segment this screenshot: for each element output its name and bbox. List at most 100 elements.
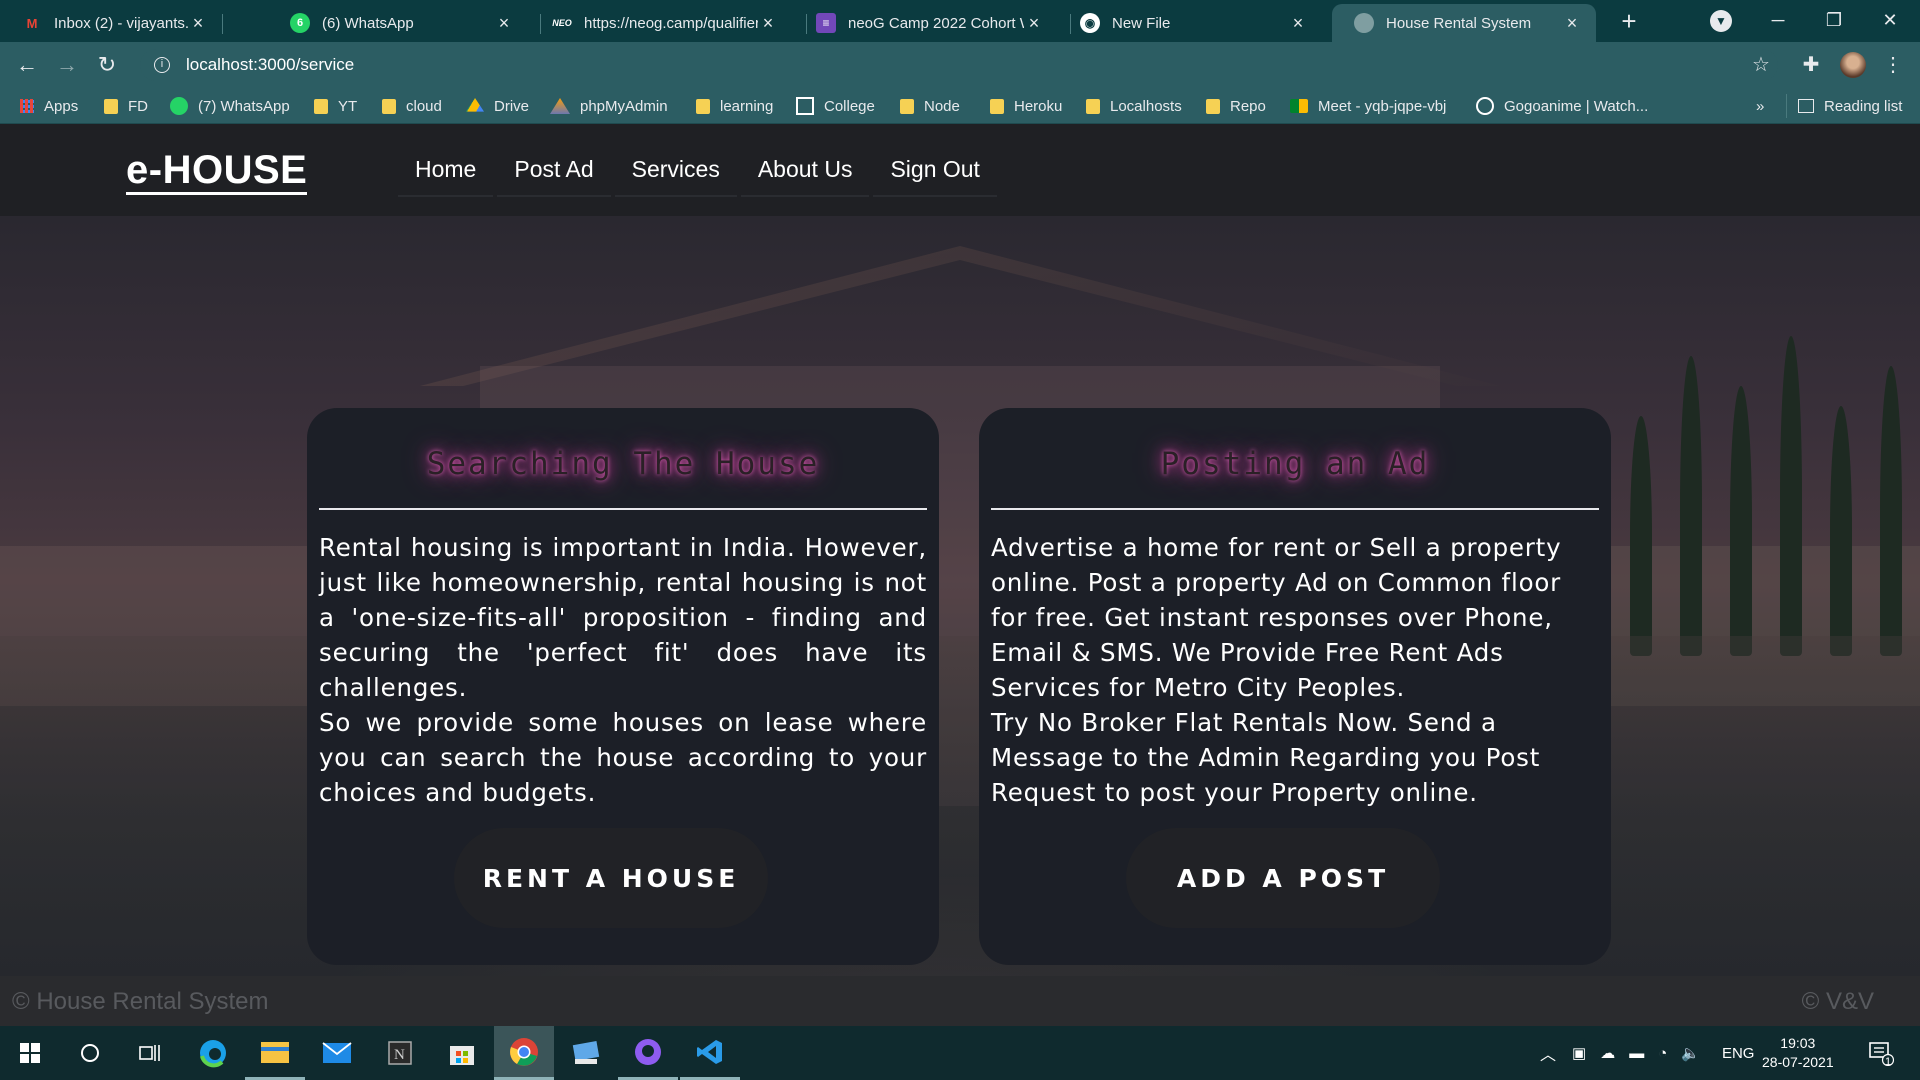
bookmark-apps[interactable]: Apps: [20, 88, 78, 124]
site-logo[interactable]: e-HOUSE: [126, 148, 308, 195]
tree: [1830, 406, 1852, 656]
input-language[interactable]: ENG: [1722, 1045, 1755, 1062]
bookmark-repo[interactable]: Repo: [1206, 88, 1266, 124]
service-card-search: Searching The House Rental housing is im…: [307, 408, 939, 965]
tab-neog-form[interactable]: ≡ neoG Camp 2022 Cohort W ×: [794, 4, 1058, 42]
bookmark-heroku[interactable]: Heroku: [990, 88, 1062, 124]
site-nav: Home Post Ad Services About Us Sign Out: [398, 150, 1001, 197]
snipping-tool-icon[interactable]: [556, 1026, 616, 1080]
bookmark-yt[interactable]: YT: [314, 88, 357, 124]
window-close-button[interactable]: ✕: [1862, 0, 1918, 42]
nav-services[interactable]: Services: [614, 150, 737, 197]
rent-a-house-button[interactable]: RENT A HOUSE: [454, 828, 768, 928]
clock-date: 28-07-2021: [1762, 1054, 1834, 1070]
nav-about-us[interactable]: About Us: [740, 150, 870, 197]
restore-button[interactable]: ❐: [1806, 0, 1862, 42]
tab-new-file[interactable]: ◉ New File ×: [1058, 4, 1322, 42]
kebab-menu-icon[interactable]: ⋮: [1880, 52, 1906, 78]
close-icon[interactable]: ×: [758, 13, 778, 34]
card-divider: [319, 508, 927, 510]
bookmark-node[interactable]: Node: [900, 88, 960, 124]
extensions-puzzle-icon[interactable]: ✚: [1798, 52, 1824, 78]
close-icon[interactable]: ×: [1562, 13, 1582, 34]
hero-background-image: Searching The House Rental housing is im…: [0, 216, 1920, 976]
onedrive-cloud-icon[interactable]: ☁: [1600, 1044, 1615, 1062]
back-arrow-icon[interactable]: ←: [12, 50, 42, 80]
taskbar-clock[interactable]: 19:03 28-07-2021: [1762, 1034, 1834, 1072]
action-center-icon[interactable]: 1: [1856, 1026, 1906, 1080]
bookmark-whatsapp[interactable]: (7) WhatsApp: [170, 88, 290, 124]
chrome-icon[interactable]: [494, 1026, 554, 1080]
vscode-icon[interactable]: [680, 1026, 740, 1080]
more-bookmarks-chevron-icon[interactable]: »: [1756, 88, 1764, 124]
search-circle-icon[interactable]: [60, 1026, 120, 1080]
volume-icon[interactable]: 🔈: [1681, 1044, 1700, 1062]
tree: [1780, 336, 1802, 656]
close-icon[interactable]: ×: [494, 13, 514, 34]
bookmark-learning[interactable]: learning: [696, 88, 773, 124]
reload-icon[interactable]: ↻: [92, 50, 122, 80]
apps-grid-icon: [20, 99, 34, 113]
site-info-icon[interactable]: i: [154, 57, 170, 73]
bookmark-label: Repo: [1230, 97, 1266, 115]
nav-post-ad[interactable]: Post Ad: [497, 150, 611, 197]
profile-avatar[interactable]: [1840, 52, 1866, 78]
close-icon[interactable]: ×: [1288, 13, 1308, 34]
bookmark-cloud[interactable]: cloud: [382, 88, 442, 124]
folder-icon: [900, 98, 914, 114]
close-icon[interactable]: ×: [1024, 13, 1044, 34]
bookmark-college[interactable]: College: [796, 88, 875, 124]
wifi-icon[interactable]: ◔: [1658, 1045, 1667, 1062]
folder-icon: [382, 98, 396, 114]
notification-count-badge: 1: [1885, 1056, 1892, 1068]
tab-title: New File: [1112, 14, 1171, 32]
reading-list-button[interactable]: Reading list: [1798, 88, 1902, 124]
bookmark-localhosts[interactable]: Localhosts: [1086, 88, 1182, 124]
address-bar[interactable]: i localhost:3000/service: [140, 49, 1778, 81]
bookmark-label: Meet - yqb-jqpe-vbj: [1318, 97, 1447, 115]
microsoft-store-icon[interactable]: [432, 1026, 492, 1080]
footer-copyright: © House Rental System: [12, 988, 269, 1015]
whatsapp-icon: [170, 97, 188, 115]
bookmark-phpmyadmin[interactable]: phpMyAdmin: [550, 88, 668, 124]
windows-start-icon[interactable]: [0, 1026, 60, 1080]
tab-gmail[interactable]: M Inbox (2) - vijayants.18.beis@ ×: [0, 4, 222, 42]
new-tab-button[interactable]: +: [1612, 6, 1646, 36]
tab-house-rental[interactable]: House Rental System ×: [1332, 4, 1596, 42]
github-desktop-icon[interactable]: [618, 1026, 678, 1080]
bookmark-gogoanime[interactable]: Gogoanime | Watch...: [1476, 88, 1648, 124]
bookmark-label: Drive: [494, 97, 530, 115]
add-a-post-button[interactable]: ADD A POST: [1126, 828, 1440, 928]
meet-now-icon[interactable]: ▣: [1572, 1044, 1586, 1062]
service-card-post: Posting an Ad Advertise a home for rent …: [979, 408, 1611, 965]
clock-time: 19:03: [1780, 1035, 1816, 1051]
minimize-button[interactable]: ─: [1750, 0, 1806, 42]
bookmark-star-icon[interactable]: ☆: [1748, 52, 1774, 78]
forward-arrow-icon[interactable]: →: [52, 50, 82, 80]
tab-whatsapp[interactable]: 6 (6) WhatsApp ×: [266, 4, 528, 42]
file-explorer-icon[interactable]: [245, 1026, 305, 1080]
close-icon[interactable]: ×: [188, 13, 208, 34]
folder-icon: [314, 98, 328, 114]
show-hidden-icons-chevron-icon[interactable]: ︿: [1540, 1041, 1556, 1065]
bookmark-fd[interactable]: FD: [104, 88, 148, 124]
gmail-icon: M: [26, 15, 38, 31]
windows-taskbar: N ︿ ▣ ☁ ▬ ◔ 🔈 ENG 19:03 28-07-2021 1: [0, 1026, 1920, 1080]
task-view-icon[interactable]: [120, 1026, 180, 1080]
tab-title: (6) WhatsApp: [322, 14, 414, 32]
mail-icon[interactable]: [307, 1026, 367, 1080]
notion-icon[interactable]: N: [370, 1026, 430, 1080]
bookmark-label: College: [824, 97, 875, 115]
tab-title: House Rental System: [1386, 14, 1532, 32]
battery-icon[interactable]: ▬: [1629, 1045, 1644, 1062]
tree: [1730, 386, 1752, 656]
tab-search-icon[interactable]: ▼: [1710, 10, 1732, 32]
tab-neog[interactable]: NEO https://neog.camp/qualifier ×: [530, 4, 792, 42]
edge-browser-icon[interactable]: [183, 1026, 243, 1080]
bookmark-label: Localhosts: [1110, 97, 1182, 115]
bookmark-drive[interactable]: Drive: [466, 88, 529, 124]
nav-home[interactable]: Home: [398, 150, 494, 197]
nav-sign-out[interactable]: Sign Out: [873, 150, 997, 197]
drive-icon: [466, 98, 484, 112]
bookmark-meet[interactable]: Meet - yqb-jqpe-vbj: [1290, 88, 1446, 124]
